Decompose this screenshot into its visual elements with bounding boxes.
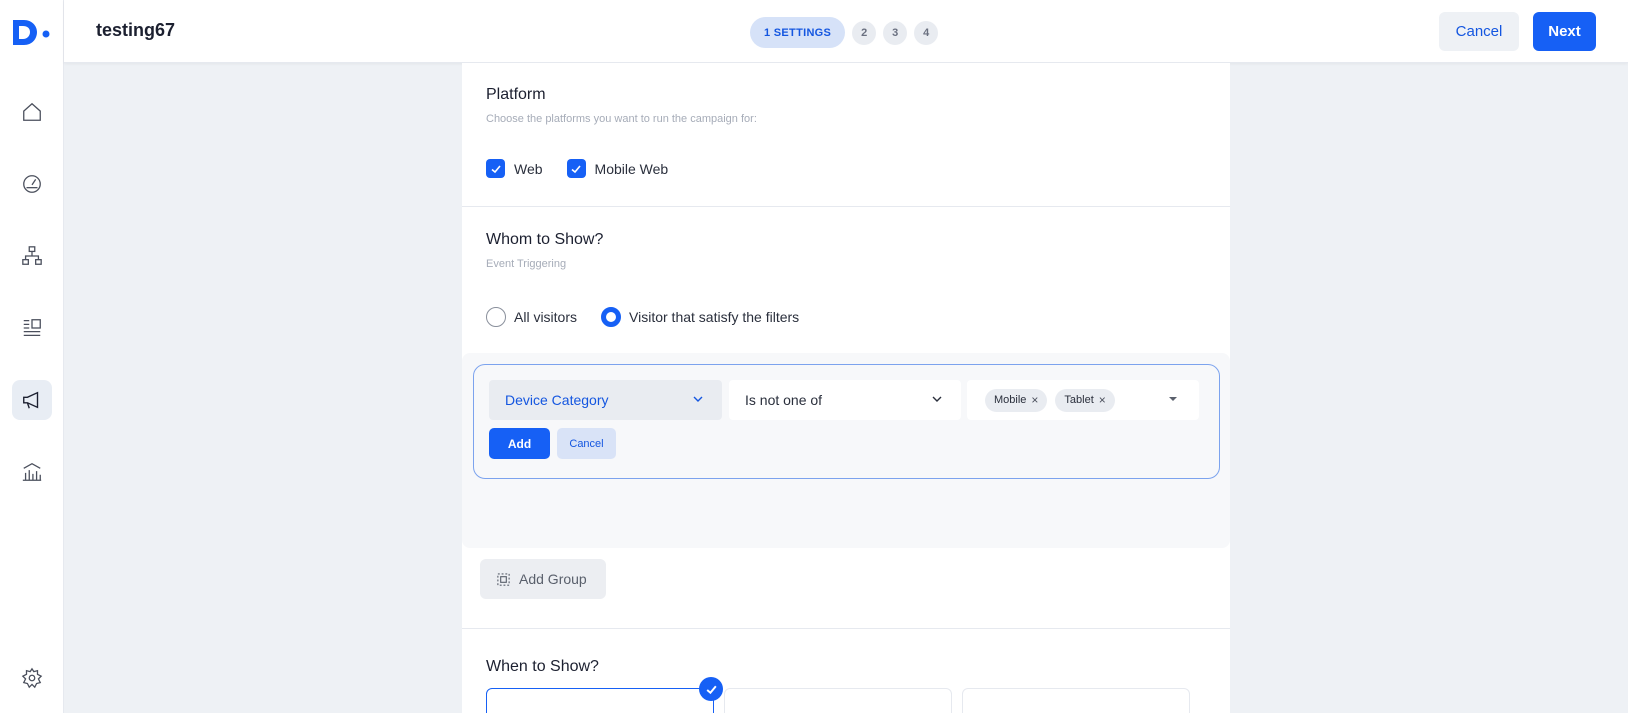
mobile-web-checkbox[interactable]: Mobile Web bbox=[566, 159, 669, 178]
hierarchy-icon[interactable] bbox=[12, 236, 52, 276]
step-1-settings[interactable]: 1 SETTINGS bbox=[750, 17, 846, 48]
all-visitors-label: All visitors bbox=[514, 309, 578, 325]
radio-unselected-icon bbox=[486, 307, 506, 327]
gauge-icon[interactable] bbox=[12, 164, 52, 204]
megaphone-icon[interactable] bbox=[12, 380, 52, 420]
home-icon[interactable] bbox=[12, 92, 52, 132]
platform-options: Web Mobile Web bbox=[486, 159, 668, 178]
add-group-label: Add Group bbox=[519, 571, 587, 587]
web-checkbox[interactable]: Web bbox=[486, 159, 543, 178]
divider bbox=[462, 628, 1230, 629]
next-button[interactable]: Next bbox=[1533, 12, 1596, 51]
when-option-card[interactable] bbox=[962, 688, 1190, 713]
filter-operator-select[interactable]: Is not one of bbox=[729, 380, 961, 420]
whom-to-show-subtitle: Event Triggering bbox=[486, 258, 567, 270]
remove-chip-icon[interactable]: × bbox=[1099, 393, 1106, 407]
caret-down-icon[interactable] bbox=[1169, 397, 1177, 401]
chevron-down-icon bbox=[932, 396, 942, 402]
web-label: Web bbox=[514, 160, 543, 177]
filter-editor: Device Category Is not one of Mobile × T… bbox=[473, 364, 1220, 479]
filter-category-select[interactable]: Device Category bbox=[489, 380, 722, 420]
list-icon[interactable] bbox=[12, 308, 52, 348]
filter-operator-value: Is not one of bbox=[745, 392, 823, 408]
value-chip: Mobile × bbox=[985, 388, 1048, 412]
add-filter-button[interactable]: Add bbox=[489, 428, 550, 459]
platform-subtitle: Choose the platforms you want to run the… bbox=[486, 113, 757, 125]
mobile-web-label: Mobile Web bbox=[594, 160, 669, 177]
all-visitors-radio[interactable]: All visitors bbox=[486, 307, 577, 327]
add-group-button[interactable]: Add Group bbox=[480, 559, 606, 599]
bank-chart-icon[interactable] bbox=[12, 452, 52, 492]
step-indicator: 1 SETTINGS 2 3 4 bbox=[750, 17, 939, 48]
top-bar: testing67 1 SETTINGS 2 3 4 Cancel Next bbox=[64, 0, 1628, 63]
step-4[interactable]: 4 bbox=[914, 20, 939, 45]
campaign-name: testing67 bbox=[96, 20, 176, 40]
whom-to-show-title: Whom to Show? bbox=[486, 231, 604, 248]
remove-chip-icon[interactable]: × bbox=[1031, 393, 1038, 407]
chevron-down-icon bbox=[693, 396, 703, 402]
cancel-filter-button[interactable]: Cancel bbox=[557, 428, 616, 459]
group-icon bbox=[497, 572, 510, 586]
divider bbox=[462, 206, 1230, 207]
cancel-button[interactable]: Cancel bbox=[1439, 12, 1519, 51]
sidebar bbox=[0, 0, 64, 713]
step-3[interactable]: 3 bbox=[883, 20, 908, 45]
settings-card: Platform Choose the platforms you want t… bbox=[462, 63, 1230, 713]
filter-category-value: Device Category bbox=[505, 392, 609, 408]
checkbox-checked-icon bbox=[566, 159, 586, 178]
check-circle-icon bbox=[699, 677, 723, 701]
value-chip-label: Mobile bbox=[994, 394, 1027, 406]
when-option-card[interactable] bbox=[724, 688, 952, 713]
audience-options: All visitors Visitor that satisfy the fi… bbox=[486, 307, 799, 327]
when-option-card[interactable] bbox=[486, 677, 723, 713]
when-options bbox=[486, 677, 1190, 713]
gear-icon[interactable] bbox=[12, 658, 52, 698]
filtered-visitors-radio[interactable]: Visitor that satisfy the filters bbox=[601, 307, 799, 327]
platform-title: Platform bbox=[486, 86, 546, 103]
filter-values-select[interactable]: Mobile × Tablet × bbox=[967, 380, 1199, 420]
when-to-show-title: When to Show? bbox=[486, 658, 599, 675]
value-chip-label: Tablet bbox=[1064, 394, 1094, 406]
brand-logo[interactable] bbox=[12, 18, 52, 46]
filtered-visitors-label: Visitor that satisfy the filters bbox=[629, 309, 800, 325]
filter-group: Device Category Is not one of Mobile × T… bbox=[462, 353, 1230, 548]
step-2[interactable]: 2 bbox=[852, 20, 877, 45]
checkbox-checked-icon bbox=[486, 159, 505, 178]
radio-selected-icon bbox=[601, 307, 622, 327]
value-chip: Tablet × bbox=[1055, 388, 1115, 412]
